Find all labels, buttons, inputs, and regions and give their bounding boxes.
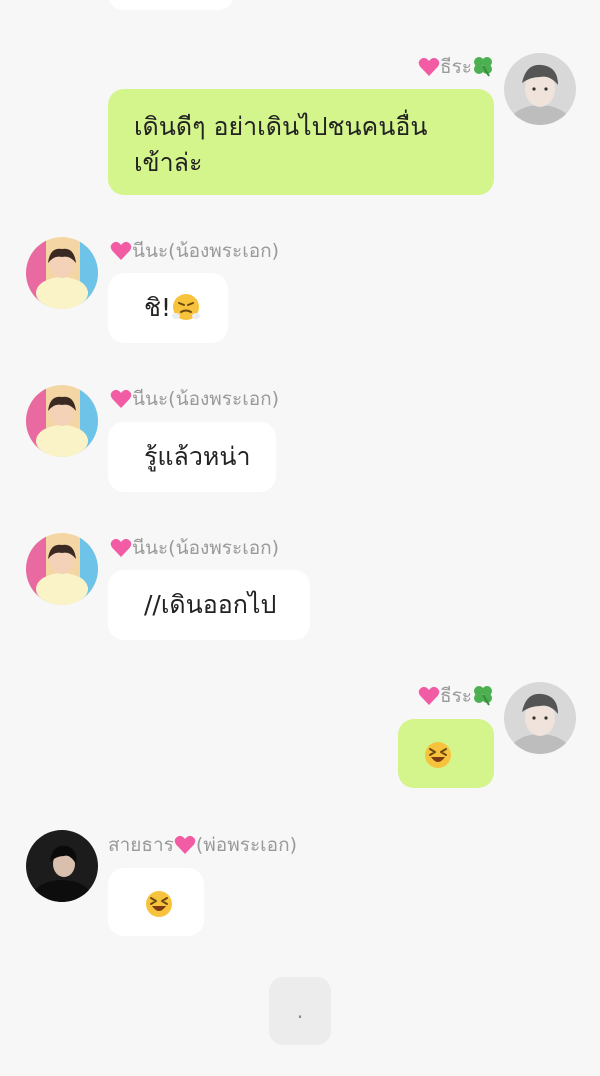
sender-name-nina: นีนะ(น้องพระเอก) [110, 536, 279, 560]
avatar-theera[interactable] [504, 53, 576, 125]
message-bubble-incoming[interactable] [108, 868, 204, 936]
laughing-face-emoji [425, 742, 451, 768]
sender-name-theera: ธีระ [418, 684, 494, 708]
avatar-saithan[interactable] [26, 830, 98, 902]
message-text-line-1: เดินดีๆ อย่าเดินไปชนคนอื่น [134, 112, 428, 141]
avatar-nina[interactable] [26, 385, 98, 457]
message-text: รู้แล้วหน่า [144, 442, 251, 471]
sender-name-text: นีนะ(น้องพระเอก) [132, 240, 280, 262]
avatar-theera[interactable] [504, 682, 576, 754]
heart-icon [418, 686, 440, 705]
sender-name-saithan: สายธาร (พ่อพระเอก) [108, 833, 297, 857]
huffing-face-emoji [172, 294, 200, 320]
previous-message-bubble[interactable] [108, 0, 234, 10]
message-bubble-incoming[interactable]: //เดินออกไป [108, 570, 310, 640]
sender-name-theera: ธีระ [418, 55, 494, 79]
heart-icon [110, 241, 132, 260]
sender-name-text: ธีระ [439, 56, 472, 78]
heart-icon [110, 538, 132, 557]
sender-name-text: นีนะ(น้องพระเอก) [132, 537, 280, 559]
heart-icon [418, 57, 440, 76]
heart-icon [174, 835, 196, 854]
laughing-face-emoji [146, 891, 172, 917]
message-text: //เดินออกไป [144, 590, 277, 619]
heart-icon [110, 389, 132, 408]
message-bubble-outgoing[interactable]: เดินดีๆ อย่าเดินไปชนคนอื่น เข้าล่ะ [108, 89, 494, 195]
sender-name-text: ธีระ [439, 685, 472, 707]
clover-icon [474, 57, 492, 77]
chat-view: ธีระ เดินดีๆ อย่าเดินไปชนคนอื่น เข้าล่ะ … [0, 0, 600, 1076]
sender-name-nina: นีนะ(น้องพระเอก) [110, 239, 279, 263]
avatar-nina[interactable] [26, 533, 98, 605]
sender-name-nina: นีนะ(น้องพระเอก) [110, 387, 279, 411]
sender-name-text: สายธาร [108, 834, 174, 856]
typing-indicator: . [269, 977, 331, 1045]
message-bubble-incoming[interactable]: ชิ! [108, 273, 228, 343]
message-bubble-incoming[interactable]: รู้แล้วหน่า [108, 422, 276, 492]
sender-name-suffix: (พ่อพระเอก) [195, 834, 297, 856]
message-text-line-2: เข้าล่ะ [134, 148, 203, 177]
message-bubble-outgoing[interactable] [398, 719, 494, 788]
avatar-nina[interactable] [26, 237, 98, 309]
clover-icon [474, 686, 492, 706]
sender-name-text: นีนะ(น้องพระเอก) [132, 388, 280, 410]
message-text: ชิ! [144, 293, 171, 322]
